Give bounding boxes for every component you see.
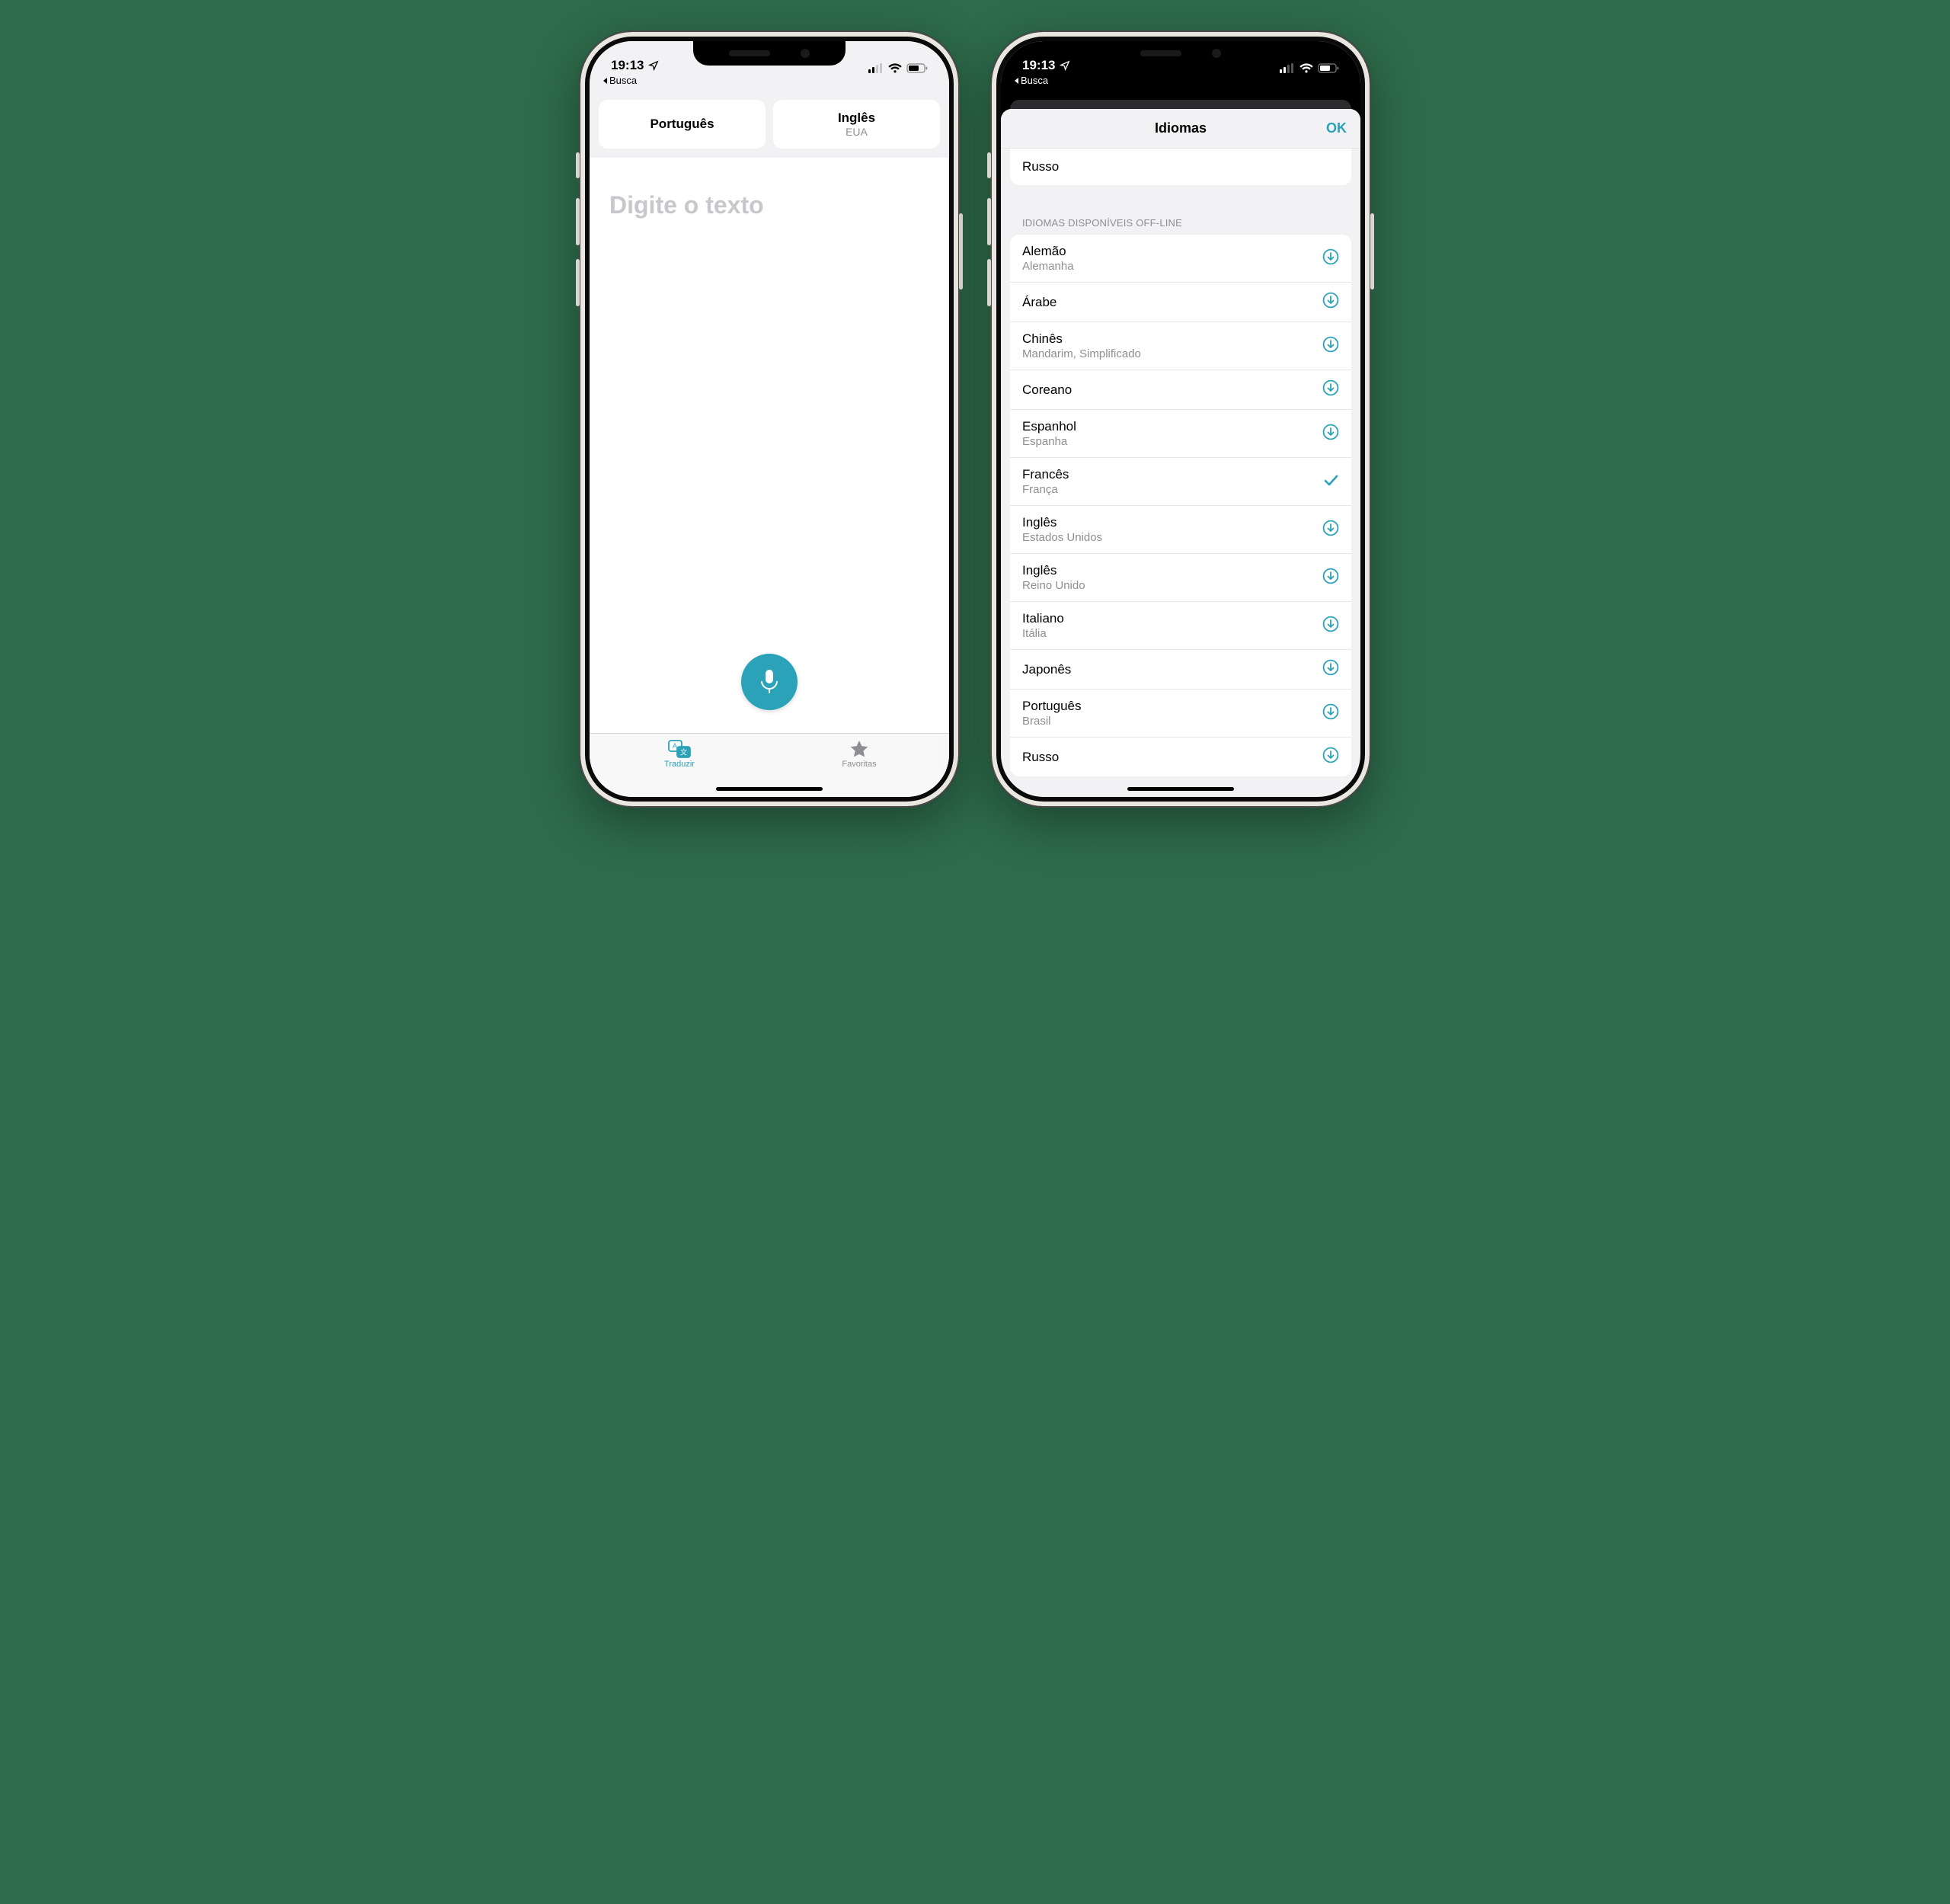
download-icon[interactable]: [1322, 520, 1339, 540]
phone-right: 19:13: [990, 30, 1371, 808]
language-name: Árabe: [1022, 295, 1057, 310]
star-icon: [849, 740, 869, 758]
screen-translate: 19:13: [590, 41, 949, 797]
screen-languages: 19:13: [1001, 41, 1360, 797]
language-sublabel: Mandarim, Simplificado: [1022, 347, 1141, 360]
language-name: Português: [1022, 699, 1082, 714]
source-language-label: Português: [650, 117, 714, 132]
notch: [693, 41, 846, 66]
language-row[interactable]: PortuguêsBrasil: [1010, 689, 1351, 737]
download-icon[interactable]: [1322, 568, 1339, 588]
language-name: Alemão: [1022, 244, 1074, 259]
language-name: Inglês: [1022, 515, 1102, 530]
offline-languages-group: AlemãoAlemanha Árabe ChinêsMandarim, Simpl…: [1010, 235, 1351, 776]
target-language-label: Inglês: [838, 110, 875, 126]
language-row[interactable]: InglêsEstados Unidos: [1010, 505, 1351, 553]
language-row[interactable]: Russo: [1010, 149, 1351, 185]
section-header: IDIOMAS DISPONÍVEIS OFF-LINE: [1001, 200, 1360, 235]
download-icon[interactable]: [1322, 424, 1339, 444]
language-row[interactable]: Russo: [1010, 737, 1351, 776]
microphone-button[interactable]: [741, 654, 798, 710]
language-row[interactable]: FrancêsFrança: [1010, 457, 1351, 505]
language-sublabel: Brasil: [1022, 715, 1082, 728]
translate-icon: A文: [668, 740, 691, 758]
microphone-icon: [759, 668, 780, 696]
language-row[interactable]: AlemãoAlemanha: [1010, 235, 1351, 282]
back-to-app[interactable]: Busca: [590, 75, 949, 92]
language-sublabel: França: [1022, 483, 1069, 496]
language-row[interactable]: Coreano: [1010, 370, 1351, 409]
status-time: 19:13: [611, 58, 644, 73]
status-time: 19:13: [1022, 58, 1055, 73]
download-icon[interactable]: [1322, 659, 1339, 680]
target-language-sublabel: EUA: [846, 126, 868, 138]
language-name: Espanhol: [1022, 419, 1076, 434]
notch: [1104, 41, 1257, 66]
language-sublabel: Reino Unido: [1022, 579, 1085, 592]
battery-icon: [1318, 63, 1339, 73]
tab-translate-label: Traduzir: [664, 760, 695, 769]
language-name: Italiano: [1022, 611, 1064, 626]
target-language-button[interactable]: Inglês EUA: [773, 100, 940, 149]
language-row[interactable]: ChinêsMandarim, Simplificado: [1010, 322, 1351, 370]
phone-left: 19:13: [579, 30, 960, 808]
checkmark-icon: [1322, 472, 1339, 492]
location-icon: [1060, 60, 1070, 71]
download-icon[interactable]: [1322, 747, 1339, 767]
language-name: Francês: [1022, 467, 1069, 482]
download-icon[interactable]: [1322, 248, 1339, 269]
language-sublabel: Estados Unidos: [1022, 531, 1102, 544]
language-sublabel: Alemanha: [1022, 260, 1074, 273]
text-input[interactable]: Digite o texto: [590, 158, 949, 219]
home-indicator[interactable]: [1127, 787, 1234, 791]
language-row[interactable]: InglêsReino Unido: [1010, 553, 1351, 601]
wifi-icon: [888, 63, 902, 73]
language-row[interactable]: Japonês: [1010, 649, 1351, 689]
language-sublabel: Itália: [1022, 627, 1064, 640]
download-icon[interactable]: [1322, 379, 1339, 400]
language-row[interactable]: EspanholEspanha: [1010, 409, 1351, 457]
language-name: Coreano: [1022, 382, 1072, 398]
home-indicator[interactable]: [716, 787, 823, 791]
languages-sheet: Idiomas OK Russo IDIOMAS DISPONÍVEIS OFF…: [1001, 109, 1360, 797]
svg-text:A: A: [673, 742, 677, 750]
wifi-icon: [1299, 63, 1313, 73]
language-row[interactable]: ItalianoItália: [1010, 601, 1351, 649]
tab-favorites-label: Favoritas: [842, 760, 876, 769]
language-row[interactable]: Árabe: [1010, 282, 1351, 322]
text-input-placeholder: Digite o texto: [609, 191, 764, 219]
download-icon[interactable]: [1322, 336, 1339, 357]
svg-text:文: 文: [680, 748, 687, 757]
cell-signal-icon: [1280, 63, 1295, 73]
ok-button[interactable]: OK: [1326, 120, 1347, 136]
cell-signal-icon: [868, 63, 884, 73]
back-to-app-label: Busca: [1021, 75, 1048, 86]
back-to-app-label: Busca: [609, 75, 637, 86]
location-icon: [648, 60, 659, 71]
sheet-title: Idiomas: [1155, 120, 1207, 136]
back-to-app[interactable]: Busca: [1001, 75, 1360, 92]
sheet-header: Idiomas OK: [1001, 109, 1360, 149]
language-name: Japonês: [1022, 662, 1071, 677]
download-icon[interactable]: [1322, 616, 1339, 636]
language-name: Russo: [1022, 750, 1059, 765]
source-language-button[interactable]: Português: [599, 100, 766, 149]
download-icon[interactable]: [1322, 703, 1339, 724]
language-name: Russo: [1022, 159, 1059, 174]
language-name: Inglês: [1022, 563, 1085, 578]
language-sublabel: Espanha: [1022, 435, 1076, 448]
language-name: Chinês: [1022, 331, 1141, 347]
download-icon[interactable]: [1322, 292, 1339, 312]
battery-icon: [906, 63, 928, 73]
